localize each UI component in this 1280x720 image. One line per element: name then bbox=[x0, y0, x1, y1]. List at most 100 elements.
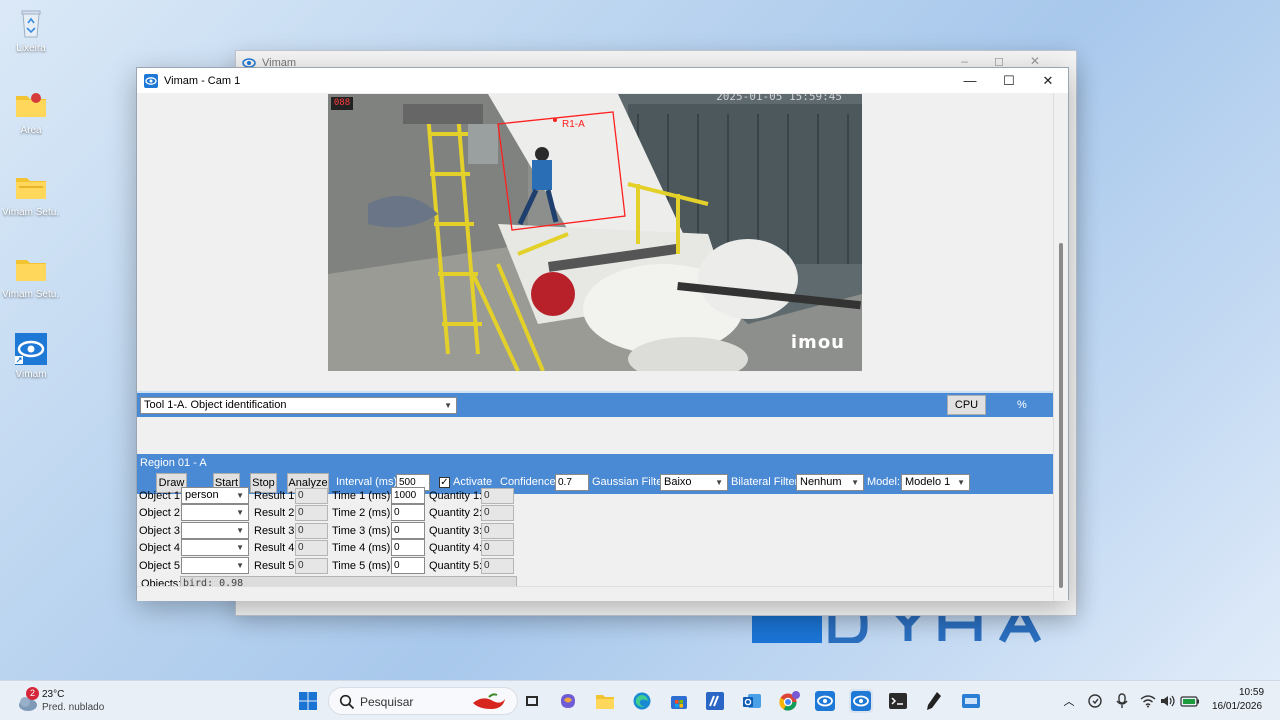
vimam-taskbar-button[interactable] bbox=[813, 689, 837, 713]
time-label-1: Time 1 (ms): bbox=[332, 490, 394, 502]
volume-button[interactable] bbox=[1156, 689, 1180, 713]
desktop-icon-recycle-bin[interactable]: Lixeira bbox=[2, 6, 60, 54]
terminal-icon bbox=[889, 693, 907, 709]
roi-label: R1-A bbox=[562, 119, 585, 130]
battery-button[interactable] bbox=[1178, 689, 1202, 713]
result-label-2: Result 2: bbox=[254, 507, 298, 519]
chevron-down-icon: ▼ bbox=[715, 478, 723, 487]
outlook-icon bbox=[743, 694, 761, 708]
gaussian-filter-value: Baixo bbox=[664, 476, 692, 488]
edge-button[interactable] bbox=[630, 689, 654, 713]
result-label-5: Result 5: bbox=[254, 560, 298, 572]
taskbar-search[interactable]: Pesquisar bbox=[328, 687, 518, 715]
desktop-icon-label: Lixeira bbox=[16, 43, 46, 54]
main-window[interactable]: Vimam - Cam 1 — ☐ ✕ 088 2025-01-05 15:59… bbox=[136, 67, 1069, 601]
time-input-1[interactable]: 1000 bbox=[391, 487, 425, 504]
time-input-4[interactable]: 0 bbox=[391, 539, 425, 556]
chrome-button[interactable] bbox=[777, 689, 801, 713]
store-icon bbox=[671, 696, 687, 709]
terminal-button[interactable] bbox=[886, 689, 910, 713]
vimam-active-taskbar-button[interactable] bbox=[849, 689, 873, 713]
quantity-label-2: Quantity 2: bbox=[429, 507, 483, 519]
weather-widget[interactable]: 2 23°C Pred. nublado bbox=[14, 686, 134, 716]
time-label-5: Time 5 (ms): bbox=[332, 560, 394, 572]
quantity-output-1: 0 bbox=[481, 488, 514, 504]
time-input-2[interactable]: 0 bbox=[391, 504, 425, 521]
tool-select-value: Tool 1-A. Object identification bbox=[144, 399, 287, 411]
microphone-button[interactable] bbox=[1110, 689, 1134, 713]
battery-icon bbox=[1180, 696, 1199, 707]
background-window-controls[interactable]: –◻✕ bbox=[961, 54, 1066, 68]
desktop-icon-vimam-setup-2[interactable]: Vimam Setu... bbox=[2, 252, 60, 300]
remote-icon bbox=[962, 694, 980, 708]
quantity-output-5: 0 bbox=[481, 558, 514, 574]
copilot-button[interactable] bbox=[556, 689, 580, 713]
weather-temp: 23°C bbox=[42, 689, 65, 700]
task-view-icon bbox=[526, 696, 538, 706]
object-label-2: Object 2: bbox=[139, 507, 184, 519]
copilot-icon bbox=[561, 694, 575, 708]
folder-icon bbox=[16, 260, 46, 281]
object-select-2[interactable]: ▼ bbox=[181, 504, 249, 521]
file-explorer-button[interactable] bbox=[593, 689, 617, 713]
volume-icon bbox=[1161, 695, 1175, 707]
desktop-icon-area[interactable]: Area bbox=[2, 88, 60, 136]
camera-view[interactable]: 088 2025-01-05 15:59:45 R1-A imou bbox=[328, 94, 862, 371]
desktop-icon-label: Vimam Setu... bbox=[2, 289, 60, 300]
tray-network-status[interactable] bbox=[1083, 689, 1107, 713]
clock-time[interactable]: 10:59 bbox=[1239, 687, 1264, 698]
weather-badge: 2 bbox=[26, 687, 39, 700]
desktop-icon-label: Area bbox=[20, 125, 42, 136]
task-view-button[interactable] bbox=[520, 689, 544, 713]
object-select-value: person bbox=[185, 489, 219, 501]
result-label-1: Result 1: bbox=[254, 490, 298, 502]
vscode-like-icon bbox=[706, 692, 724, 710]
window-titlebar[interactable]: Vimam - Cam 1 — ☐ ✕ bbox=[137, 68, 1068, 93]
model-select[interactable]: Modelo 1 ▼ bbox=[901, 474, 970, 491]
tool-select[interactable]: Tool 1-A. Object identification ▼ bbox=[140, 397, 457, 414]
cpu-button[interactable]: CPU bbox=[947, 395, 986, 415]
gaussian-filter-select[interactable]: Baixo ▼ bbox=[660, 474, 728, 491]
confidence-input[interactable]: 0.7 bbox=[555, 474, 589, 491]
desktop-icon-label: Vimam Setu... bbox=[2, 207, 60, 218]
time-label-4: Time 4 (ms): bbox=[332, 542, 394, 554]
dev-tool-button[interactable] bbox=[703, 689, 727, 713]
result-label-4: Result 4: bbox=[254, 542, 298, 554]
camera-counter-overlay: 088 bbox=[331, 97, 353, 110]
tray-overflow-button[interactable]: ︿ bbox=[1057, 689, 1081, 713]
quantity-label-4: Quantity 4: bbox=[429, 542, 483, 554]
object-label-1: Object 1: bbox=[139, 490, 184, 502]
cpu-percent: % bbox=[1017, 399, 1027, 411]
bilateral-filter-select[interactable]: Nenhum ▼ bbox=[796, 474, 864, 491]
camera-image bbox=[328, 94, 862, 371]
object-select-4[interactable]: ▼ bbox=[181, 539, 249, 556]
scrollbar-thumb[interactable] bbox=[1059, 243, 1063, 588]
remote-app-button[interactable] bbox=[959, 689, 983, 713]
minimize-button[interactable]: — bbox=[950, 68, 990, 93]
windows-start-icon bbox=[299, 692, 317, 710]
clock-date[interactable]: 16/01/2026 bbox=[1212, 701, 1262, 712]
object-select-3[interactable]: ▼ bbox=[181, 522, 249, 539]
horizontal-scrollbar[interactable] bbox=[137, 586, 1054, 601]
time-input-5[interactable]: 0 bbox=[391, 557, 425, 574]
time-input-3[interactable]: 0 bbox=[391, 522, 425, 539]
camera-timestamp: 2025-01-05 15:59:45 bbox=[716, 94, 842, 103]
activate-checkbox[interactable]: ✓ bbox=[439, 477, 450, 488]
pen-icon bbox=[927, 692, 941, 710]
gaussian-filter-label: Gaussian Filter: bbox=[592, 476, 670, 488]
pen-app-button[interactable] bbox=[922, 689, 946, 713]
object-select-1[interactable]: person ▼ bbox=[181, 487, 249, 504]
desktop-icon-vimam[interactable]: Vimam bbox=[2, 332, 60, 380]
object-label-4: Object 4: bbox=[139, 542, 184, 554]
close-button[interactable]: ✕ bbox=[1028, 68, 1068, 93]
maximize-button[interactable]: ☐ bbox=[989, 68, 1029, 93]
object-select-5[interactable]: ▼ bbox=[181, 557, 249, 574]
desktop-icon-vimam-setup-1[interactable]: Vimam Setu... bbox=[2, 170, 60, 218]
result-output-5: 0 bbox=[295, 558, 328, 574]
chevron-up-icon: ︿ bbox=[1063, 696, 1075, 708]
start-button[interactable] bbox=[296, 689, 320, 713]
store-button[interactable] bbox=[667, 689, 691, 713]
vertical-scrollbar[interactable] bbox=[1053, 93, 1068, 601]
recycle-bin-icon bbox=[21, 10, 41, 38]
outlook-button[interactable] bbox=[740, 689, 764, 713]
